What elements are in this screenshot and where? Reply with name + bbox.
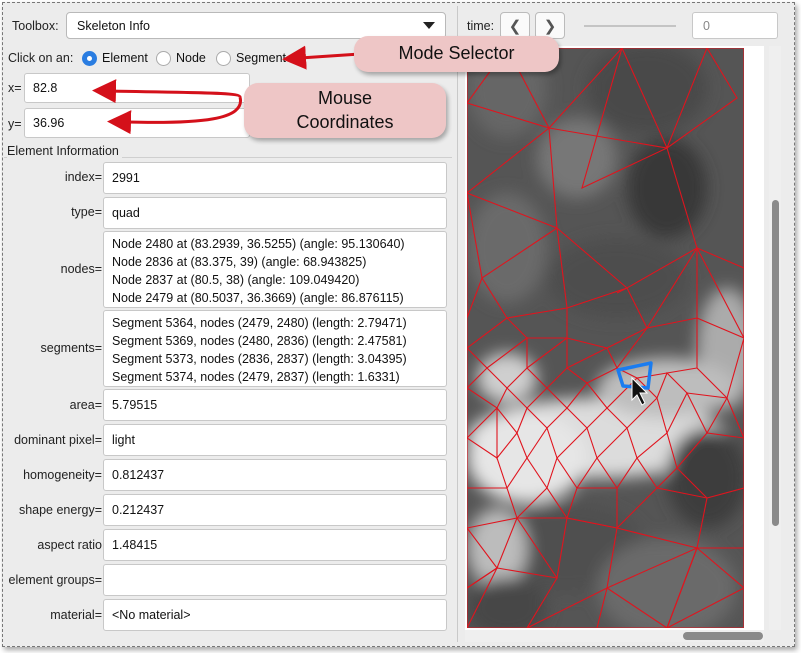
radio-element[interactable]: Element [82, 49, 148, 67]
time-label: time: [467, 19, 495, 33]
radio-segment-label: Segment [236, 51, 287, 65]
segment-line: Segment 5364, nodes (2479, 2480) (length… [112, 316, 407, 330]
dropdown-arrow-icon [423, 22, 435, 29]
mode-selector-callout-text: Mode Selector [398, 43, 515, 64]
chevron-right-icon: ❯ [543, 17, 557, 35]
segment-line: Segment 5374, nodes (2479, 2837) (length… [112, 370, 400, 385]
dominant-pixel-field[interactable]: light [103, 424, 447, 456]
previous-time-button[interactable]: ❮ [500, 12, 530, 39]
microstructure-image [467, 48, 744, 628]
homogeneity-label: homogeneity= [23, 468, 102, 482]
shape-energy-value: 0.212437 [112, 502, 165, 517]
horizontal-scroll-thumb[interactable] [683, 632, 763, 640]
mode-selector-callout: Mode Selector [354, 36, 559, 72]
aspect-ratio-field[interactable]: 1.48415 [103, 529, 447, 561]
area-value: 5.79515 [112, 397, 158, 412]
homogeneity-field[interactable]: 0.812437 [103, 459, 447, 491]
index-value: 2991 [112, 170, 140, 185]
material-label: material= [50, 608, 102, 622]
mouse-coordinates-callout-line1: Mouse [317, 88, 373, 109]
toolbox-label: Toolbox: [12, 19, 59, 33]
y-label: y= [8, 117, 22, 131]
x-coordinate-value: 82.8 [33, 80, 58, 95]
segments-label: segments= [40, 341, 103, 355]
chevron-left-icon: ❮ [508, 17, 522, 35]
node-line: Node 2837 at (80.5, 38) (angle: 109.0494… [112, 273, 360, 288]
node-line: Node 2479 at (80.5037, 36.3669) (angle: … [112, 291, 404, 306]
element-groups-field[interactable] [103, 564, 447, 596]
radio-element-label: Element [102, 51, 148, 65]
material-value: <No material> [112, 607, 191, 622]
mouse-coordinates-callout: Mouse Coordinates [244, 83, 446, 138]
segments-field[interactable]: Segment 5364, nodes (2479, 2480) (length… [103, 310, 447, 387]
nodes-field[interactable]: Node 2480 at (83.2939, 36.5255) (angle: … [103, 231, 447, 308]
area-label: area= [69, 398, 102, 412]
index-field[interactable]: 2991 [103, 162, 447, 194]
element-groups-label: element groups= [8, 573, 102, 587]
radio-selected-icon [82, 50, 97, 66]
area-field[interactable]: 5.79515 [103, 389, 447, 421]
type-label: type= [71, 205, 102, 219]
aspect-ratio-label: aspect ratio [37, 538, 102, 552]
node-line: Node 2480 at (83.2939, 36.5255) (angle: … [112, 237, 405, 251]
homogeneity-value: 0.812437 [112, 467, 165, 482]
next-time-button[interactable]: ❯ [535, 12, 565, 39]
radio-segment[interactable]: Segment [216, 49, 286, 67]
time-slider[interactable] [584, 25, 676, 27]
x-label: x= [8, 81, 22, 95]
time-field[interactable]: 0 [692, 12, 778, 39]
segment-line: Segment 5373, nodes (2836, 2837) (length… [112, 352, 407, 367]
y-coordinate-field[interactable]: 36.96 [24, 108, 250, 138]
dominant-pixel-value: light [112, 432, 135, 447]
nodes-label: nodes= [60, 262, 102, 276]
radio-unselected-icon [216, 50, 231, 66]
vertical-scroll-thumb[interactable] [772, 200, 779, 526]
segment-line: Segment 5369, nodes (2480, 2836) (length… [112, 334, 407, 349]
y-coordinate-value: 36.96 [33, 115, 65, 130]
type-value: quad [112, 205, 140, 220]
aspect-ratio-value: 1.48415 [112, 537, 158, 552]
toolbox-selected-value: Skeleton Info [77, 18, 150, 33]
index-label: index= [64, 170, 102, 184]
time-value: 0 [703, 18, 710, 33]
x-coordinate-field[interactable]: 82.8 [24, 73, 250, 103]
shape-energy-label: shape energy= [18, 503, 102, 517]
mouse-coordinates-callout-line2: Coordinates [296, 111, 394, 132]
radio-node[interactable]: Node [156, 49, 206, 67]
radio-node-label: Node [176, 51, 206, 65]
click-on-label: Click on an: [8, 51, 74, 65]
element-info-title: Element Information [7, 144, 122, 158]
dominant-pixel-label: dominant pixel= [14, 433, 102, 447]
shape-energy-field[interactable]: 0.212437 [103, 494, 447, 526]
panel-divider[interactable] [457, 6, 458, 642]
node-line: Node 2836 at (83.375, 39) (angle: 68.943… [112, 255, 367, 270]
toolbox-select[interactable]: Skeleton Info [66, 12, 446, 39]
radio-unselected-icon [156, 50, 171, 66]
type-field[interactable]: quad [103, 197, 447, 229]
material-field[interactable]: <No material> [103, 599, 447, 631]
skeleton-canvas[interactable] [467, 48, 744, 628]
